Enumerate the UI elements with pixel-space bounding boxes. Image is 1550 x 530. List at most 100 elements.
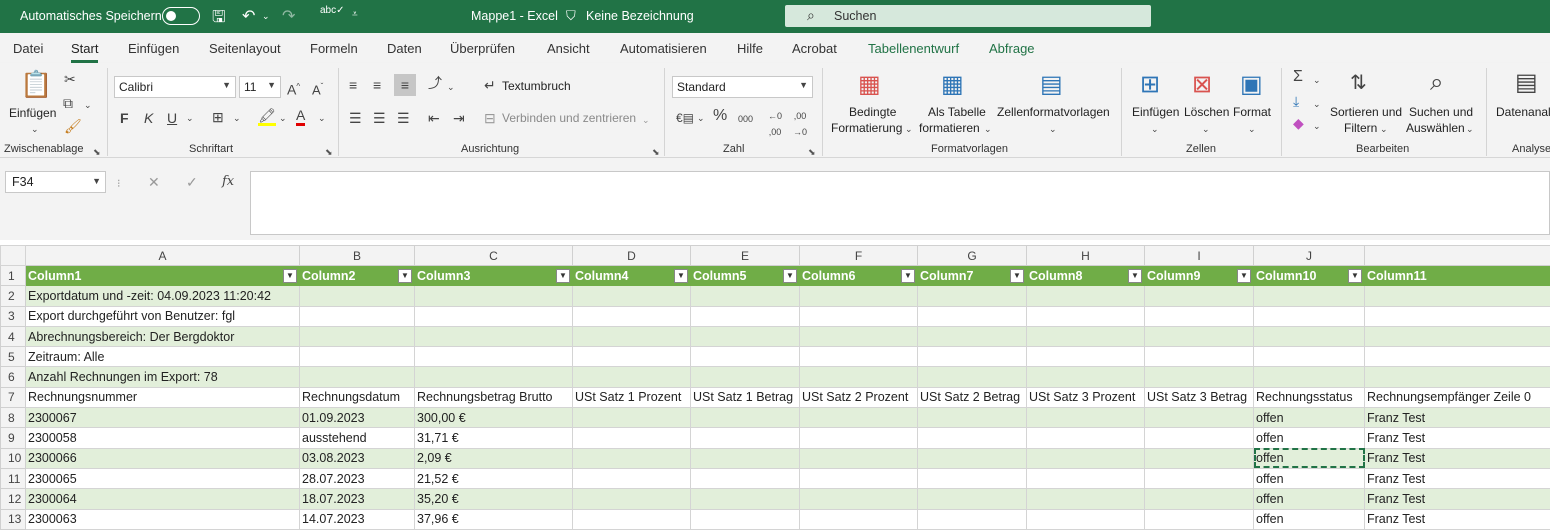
cell[interactable]: [799, 366, 918, 388]
cell[interactable]: [572, 285, 691, 307]
cell[interactable]: [1026, 407, 1145, 429]
delete-cells-label[interactable]: Löschen: [1184, 104, 1229, 120]
cell[interactable]: Rechnungsnummer: [25, 386, 300, 409]
format-cells-icon[interactable]: ▣: [1240, 71, 1263, 99]
cell[interactable]: 31,71 €: [414, 427, 573, 449]
align-middle-icon[interactable]: ≡: [373, 77, 381, 93]
cell-styles-icon[interactable]: ▤: [1040, 71, 1063, 99]
cell[interactable]: [690, 508, 800, 530]
cell[interactable]: Franz Test: [1364, 407, 1550, 429]
filter-dropdown-icon[interactable]: ▼: [901, 269, 915, 283]
column-header[interactable]: [1364, 245, 1550, 266]
align-left-icon[interactable]: ☰: [349, 110, 362, 126]
cell[interactable]: [299, 325, 415, 348]
cell[interactable]: [1144, 447, 1254, 469]
cell[interactable]: [917, 366, 1027, 388]
tab-formeln[interactable]: Formeln: [310, 41, 358, 56]
wrap-text-label[interactable]: Textumbruch: [502, 78, 571, 94]
cell[interactable]: [1364, 366, 1550, 388]
cell[interactable]: [1144, 285, 1254, 307]
filter-dropdown-icon[interactable]: ▼: [783, 269, 797, 283]
cell[interactable]: [690, 285, 800, 307]
cell[interactable]: Rechnungsbetrag Brutto: [414, 386, 573, 409]
cell[interactable]: 21,52 €: [414, 467, 573, 490]
cell[interactable]: [572, 467, 691, 490]
row-header[interactable]: 12: [0, 488, 26, 510]
tab-start[interactable]: Start: [71, 41, 99, 63]
cell[interactable]: [572, 366, 691, 388]
cell[interactable]: [1144, 346, 1254, 368]
cell[interactable]: Zeitraum: Alle: [25, 346, 300, 368]
fill-dropdown-icon[interactable]: ⌄: [279, 110, 287, 126]
cut-icon[interactable]: ✂: [64, 71, 76, 87]
row-header[interactable]: 13: [0, 508, 26, 530]
cell[interactable]: 03.08.2023: [299, 447, 415, 469]
cell[interactable]: [572, 488, 691, 510]
cell[interactable]: [690, 366, 800, 388]
save-icon[interactable]: 🖫: [212, 6, 226, 33]
italic-icon[interactable]: K: [144, 110, 153, 126]
table-header-cell[interactable]: Column1 ▼: [25, 264, 300, 287]
cell[interactable]: USt Satz 1 Prozent: [572, 386, 691, 409]
cell[interactable]: offen: [1253, 467, 1365, 490]
select-all-corner[interactable]: [0, 245, 26, 266]
cell[interactable]: Exportdatum und -zeit: 04.09.2023 11:20:…: [25, 285, 300, 307]
cell[interactable]: Rechnungsstatus: [1253, 386, 1365, 409]
clipboard-launcher-icon[interactable]: ⬊: [93, 147, 101, 158]
table-header-cell[interactable]: Column7 ▼: [917, 264, 1027, 287]
cell[interactable]: [917, 407, 1027, 429]
cell[interactable]: [917, 427, 1027, 449]
cell[interactable]: [299, 366, 415, 388]
formula-input[interactable]: [250, 171, 1550, 235]
cell[interactable]: 14.07.2023: [299, 508, 415, 530]
row-header[interactable]: 10: [0, 447, 26, 469]
conditional-format-icon[interactable]: ▦: [858, 71, 881, 99]
table-header-cell[interactable]: Column11: [1364, 264, 1550, 287]
cell[interactable]: [1026, 325, 1145, 348]
table-header-cell[interactable]: Column2 ▼: [299, 264, 415, 287]
name-box[interactable]: F34 ▼: [5, 171, 106, 193]
sort-filter-label-1[interactable]: Sortieren und: [1330, 104, 1402, 120]
cond-format-label-1[interactable]: Bedingte: [849, 104, 896, 120]
font-color-dropdown-icon[interactable]: ⌄: [318, 110, 326, 126]
cell[interactable]: [1144, 407, 1254, 429]
cell[interactable]: [1026, 285, 1145, 307]
paste-icon[interactable]: 📋: [20, 69, 52, 99]
tab-hilfe[interactable]: Hilfe: [737, 41, 763, 56]
find-select-dropdown-icon[interactable]: ⌄: [1466, 121, 1474, 137]
cell[interactable]: [572, 346, 691, 368]
cell[interactable]: [1364, 285, 1550, 307]
cell[interactable]: 2,09 €: [414, 447, 573, 469]
orientation-dropdown-icon[interactable]: ⌄: [447, 79, 455, 95]
filter-dropdown-icon[interactable]: ▼: [556, 269, 570, 283]
cell[interactable]: [917, 447, 1027, 469]
cell[interactable]: offen: [1253, 447, 1365, 469]
find-select-icon[interactable]: ⌕: [1430, 69, 1443, 97]
row-header[interactable]: 4: [0, 325, 26, 348]
cell[interactable]: USt Satz 2 Prozent: [799, 386, 918, 409]
row-header[interactable]: 5: [0, 346, 26, 368]
data-analysis-label[interactable]: Datenanalyse: [1496, 104, 1550, 120]
cell[interactable]: USt Satz 3 Prozent: [1026, 386, 1145, 409]
border-dropdown-icon[interactable]: ⌄: [233, 110, 241, 126]
align-top-icon[interactable]: ≡: [349, 77, 357, 93]
filter-dropdown-icon[interactable]: ▼: [1348, 269, 1362, 283]
tab-automatisieren[interactable]: Automatisieren: [620, 41, 707, 56]
cell[interactable]: Franz Test: [1364, 508, 1550, 530]
table-header-cell[interactable]: Column10 ▼: [1253, 264, 1365, 287]
cell[interactable]: USt Satz 1 Betrag: [690, 386, 800, 409]
delete-cells-icon[interactable]: ⊠: [1192, 71, 1212, 99]
cell[interactable]: offen: [1253, 407, 1365, 429]
cell[interactable]: [572, 325, 691, 348]
tab-daten[interactable]: Daten: [387, 41, 422, 56]
cell[interactable]: [1026, 305, 1145, 327]
cell[interactable]: [299, 285, 415, 307]
cell[interactable]: [1026, 508, 1145, 530]
number-launcher-icon[interactable]: ⬊: [808, 147, 816, 158]
cell[interactable]: [690, 447, 800, 469]
paste-label[interactable]: Einfügen: [9, 105, 56, 121]
table-header-cell[interactable]: Column3 ▼: [414, 264, 573, 287]
tab-ueberpruefen[interactable]: Überprüfen: [450, 41, 515, 56]
cell[interactable]: [1026, 447, 1145, 469]
insert-cells-icon[interactable]: ⊞: [1140, 71, 1160, 99]
